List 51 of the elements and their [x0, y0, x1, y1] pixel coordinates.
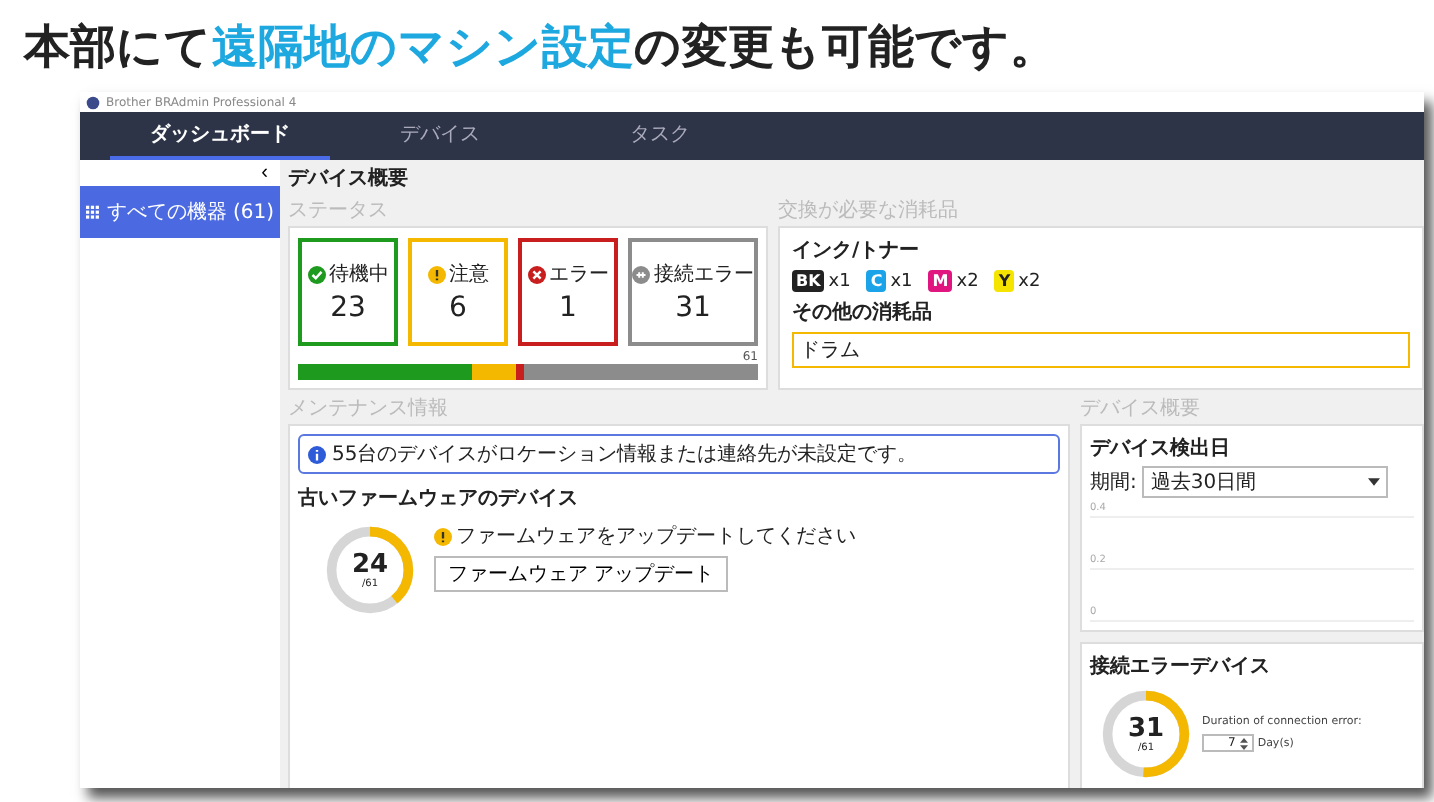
donut-count: 31	[1127, 715, 1165, 741]
status-count: 31	[675, 292, 711, 324]
disconnect-icon	[632, 265, 650, 283]
status-tile[interactable]: エラー 1	[518, 238, 618, 346]
grid-icon	[86, 203, 101, 221]
firmware-update-button[interactable]: ファームウェア アップデート	[434, 556, 729, 592]
sidebar-item[interactable]: すべての機器 (61)	[80, 186, 280, 238]
ink-badge: M	[928, 270, 953, 292]
period-select[interactable]: 過去30日間	[1142, 466, 1389, 498]
status-count: 1	[559, 292, 577, 324]
status-label: 待機中	[329, 261, 389, 288]
ink-badge: Y	[994, 270, 1015, 292]
spinner-arrows-icon	[1239, 737, 1248, 749]
status-tile[interactable]: 待機中 23	[298, 238, 398, 346]
ink-label: インク/トナー	[792, 238, 922, 264]
status-label: エラー	[549, 262, 609, 288]
ink-badge: BK	[792, 270, 825, 292]
donut-gauge	[1098, 686, 1194, 782]
nav-tab[interactable]: デバイス	[330, 112, 550, 160]
ink-count: x2	[956, 272, 979, 292]
status-tile[interactable]: 注意 6	[408, 238, 508, 346]
nav-tab[interactable]: タスク	[550, 112, 770, 160]
firmware-title: 古いファームウェアのデバイス	[298, 485, 580, 512]
info-text: 55台のデバイスがロケーション情報または連絡先が未設定です。	[332, 441, 918, 468]
dropdown-caret-icon	[1368, 478, 1381, 486]
warning-text: ファームウェアをアップデートしてください	[456, 523, 856, 550]
info-icon	[308, 445, 326, 463]
error-icon	[527, 265, 545, 283]
warning-icon	[427, 265, 445, 283]
status-count: 6	[449, 292, 467, 324]
status-count: 23	[330, 292, 366, 324]
chart-title: デバイス検出日	[1090, 435, 1232, 462]
check-icon	[307, 265, 325, 283]
collapse-button[interactable]: ‹	[249, 160, 280, 186]
page-title: デバイス概要	[288, 165, 410, 192]
ink-count: x1	[828, 272, 851, 292]
donut-count: 24	[351, 551, 389, 577]
ink-count: x1	[890, 272, 913, 292]
ink-badge: C	[866, 270, 887, 292]
errors-title: 接続エラーデバイス	[1090, 653, 1272, 680]
warning-icon	[434, 527, 452, 545]
period-label: 期間:	[1090, 469, 1137, 496]
status-label: 注意	[449, 261, 489, 288]
consumable-field: ドラム	[792, 332, 1410, 368]
status-tile[interactable]: 接続エラー 31	[628, 238, 758, 346]
ink-count: x2	[1018, 272, 1041, 292]
app-logo-icon	[86, 95, 100, 109]
donut-gauge	[322, 522, 418, 618]
other-label: その他の消耗品	[792, 299, 934, 326]
status-label: 接続エラー	[654, 261, 754, 288]
headline: 本部にて遠隔地のマシン設定の変更も可能です。	[21, 20, 1058, 78]
